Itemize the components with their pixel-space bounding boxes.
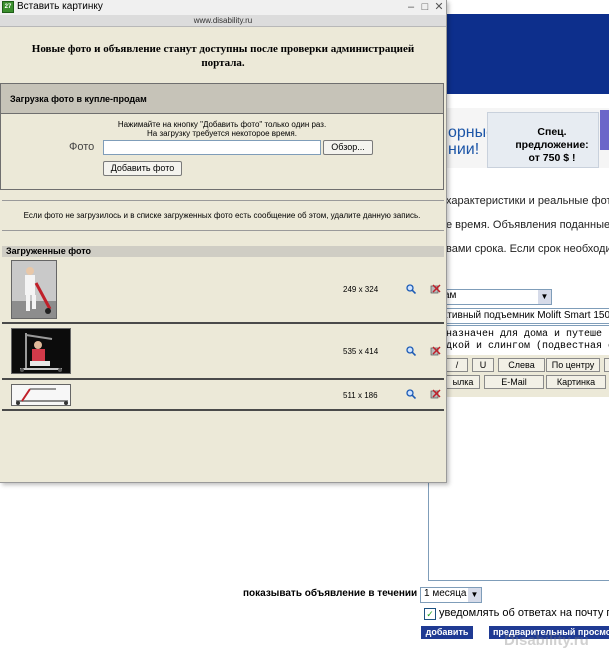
upload-hint: Нажимайте на кнопку "Добавить фото" толь… xyxy=(117,120,327,129)
upload-section: Загрузка фото в купле-продам Нажимайте н… xyxy=(0,83,444,190)
add-ad-button[interactable]: добавить xyxy=(421,626,473,639)
banner-offer-text: Спец. предложение: от 750 $ ! xyxy=(515,126,589,164)
underline-button[interactable]: U xyxy=(472,358,494,372)
banner-edge xyxy=(600,110,609,150)
chevron-down-icon: ▼ xyxy=(468,588,481,602)
watermark: Disability.ru xyxy=(504,632,589,649)
divider xyxy=(2,200,444,201)
show-period-label: показывать объявление в течении xyxy=(243,588,418,599)
upload-section-header: Загрузка фото в купле-продам xyxy=(1,84,443,114)
image-button[interactable]: Картинка xyxy=(546,375,606,389)
file-path-input[interactable] xyxy=(103,140,321,155)
add-photo-button[interactable]: Добавить фото xyxy=(103,161,182,176)
minimize-icon[interactable]: – xyxy=(404,0,418,15)
url-bar: www.disability.ru xyxy=(0,15,446,27)
failed-upload-info: Если фото не загрузилось и в списке загр… xyxy=(23,211,421,220)
photo-dimensions: 535 x 414 xyxy=(343,347,379,356)
italic-button[interactable]: / xyxy=(446,358,468,372)
window-title: Вставить картинку xyxy=(17,1,103,12)
close-icon[interactable]: ✕ xyxy=(432,0,446,15)
insert-image-window: 27 Вставить картинку – □ ✕ www.disabilit… xyxy=(0,0,447,483)
zoom-icon[interactable] xyxy=(406,389,416,399)
app-icon: 27 xyxy=(2,1,14,13)
email-button[interactable]: E-Mail xyxy=(484,375,544,389)
description-line: е время. Объявления поданные в д xyxy=(446,219,609,231)
window-titlebar[interactable]: 27 Вставить картинку – □ ✕ xyxy=(0,0,446,15)
upload-section-title: Загрузка фото в купле-продам xyxy=(10,94,147,104)
toolbar-button-cut[interactable] xyxy=(604,358,609,372)
moderation-notice: Новые фото и объявление станут доступны … xyxy=(31,43,415,69)
divider xyxy=(2,230,444,231)
photo-image xyxy=(12,261,56,318)
photo-dimensions: 249 x 324 xyxy=(343,285,379,294)
delete-icon[interactable] xyxy=(430,388,441,399)
photo-row: 249 x 324 xyxy=(2,257,444,324)
period-select[interactable]: 1 месяца ▼ xyxy=(420,587,482,603)
delete-icon[interactable] xyxy=(430,345,441,356)
photo-row: 535 x 414 xyxy=(2,324,444,380)
ad-title-value: ативный подъемник Molift Smart 150 ( xyxy=(442,310,609,321)
notify-checkbox[interactable]: ✓ xyxy=(424,608,436,620)
maximize-icon[interactable]: □ xyxy=(418,0,432,15)
photo-image xyxy=(12,329,70,373)
upload-hint: На загрузку требуется некоторое время. xyxy=(147,129,297,138)
notify-label: уведомлять об ответах на почту по xyxy=(439,607,609,619)
photo-image xyxy=(12,385,70,405)
photo-row: 511 x 186 xyxy=(2,380,444,411)
zoom-icon[interactable] xyxy=(406,346,416,356)
photo-thumbnail[interactable] xyxy=(11,384,71,406)
align-center-button[interactable]: По центру xyxy=(546,358,600,372)
description-line: характеристики и реальные фото xyxy=(446,195,609,207)
photo-label: Фото xyxy=(69,141,95,153)
format-toolbar: / U Слева По центру ылка E-Mail Картинка xyxy=(428,355,609,397)
delete-icon[interactable] xyxy=(430,283,441,294)
header-blue-band xyxy=(446,14,609,94)
text-line: назначен для дома и путеше xyxy=(446,329,603,340)
photo-thumbnail[interactable] xyxy=(11,260,57,319)
browse-button[interactable]: Обзор... xyxy=(323,140,373,155)
uploaded-photos-title: Загруженные фото xyxy=(6,246,92,256)
ad-title-input[interactable]: ативный подъемник Molift Smart 150 ( xyxy=(438,308,609,324)
period-select-value: 1 месяца xyxy=(424,588,467,599)
category-select[interactable]: ам ▼ xyxy=(438,289,552,305)
photo-thumbnail[interactable] xyxy=(11,328,71,374)
uploaded-photos-header: Загруженные фото xyxy=(2,246,444,257)
chevron-down-icon: ▼ xyxy=(538,290,551,304)
description-line: вами срока. Если срок необходимо xyxy=(446,243,609,255)
zoom-icon[interactable] xyxy=(406,284,416,294)
link-button[interactable]: ылка xyxy=(446,375,480,389)
photo-dimensions: 511 x 186 xyxy=(343,391,378,400)
align-left-button[interactable]: Слева xyxy=(498,358,545,372)
text-line: дкой и слингом (подвестная с xyxy=(446,341,609,352)
